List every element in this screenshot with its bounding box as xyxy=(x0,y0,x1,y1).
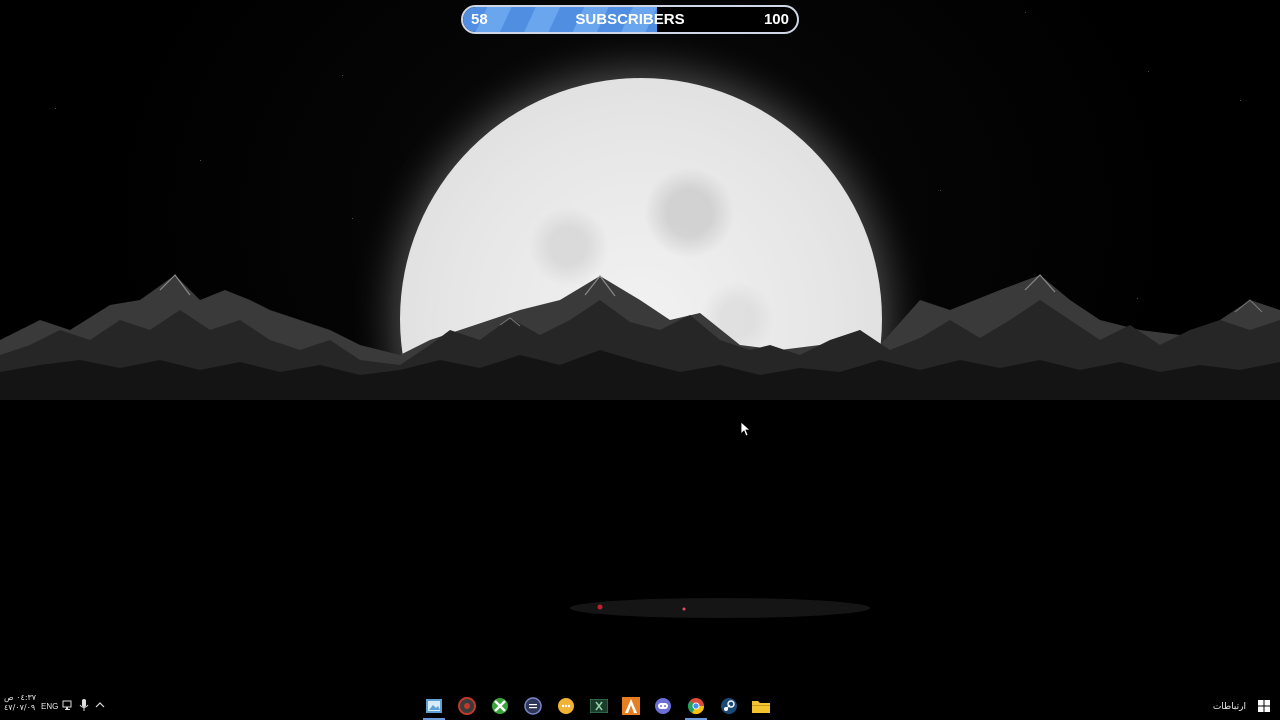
microphone-icon[interactable] xyxy=(79,699,89,712)
taskbar-app-chat[interactable] xyxy=(555,695,577,717)
language-indicator[interactable]: ENG xyxy=(41,702,58,711)
subscriber-goal-widget: 58 SUBSCRIBERS 100 xyxy=(461,5,799,34)
clock-time: ٠٤:٣٧ ص xyxy=(4,693,37,702)
mountain-range xyxy=(0,274,1280,693)
xbox-icon xyxy=(492,698,508,714)
subscriber-goal-count: 100 xyxy=(763,11,789,28)
arma-icon xyxy=(622,697,640,715)
taskbar-app-arma[interactable] xyxy=(620,695,642,717)
notifications-label[interactable]: ارتباطات xyxy=(1213,702,1246,712)
taskbar-app-chrome[interactable] xyxy=(685,695,707,720)
discord-icon xyxy=(655,698,671,714)
spreadsheet-icon xyxy=(590,699,608,713)
chevron-up-icon[interactable] xyxy=(95,701,105,709)
gamepad-icon xyxy=(524,697,542,715)
subscriber-label: SUBSCRIBERS xyxy=(575,11,685,28)
taskbar-app-file-explorer[interactable] xyxy=(750,695,772,717)
steam-icon xyxy=(721,698,737,714)
taskbar-app-game-launcher[interactable] xyxy=(522,695,544,717)
taskbar-app-camera[interactable] xyxy=(456,695,478,717)
chat-icon xyxy=(558,698,574,714)
chrome-icon xyxy=(687,698,705,715)
clock-date: ٤٧/٠٧/٠٩ xyxy=(4,703,36,712)
taskbar: ٠٤:٣٧ ص ٤٧/٠٧/٠٩ ENG ارتباطات xyxy=(0,693,1280,720)
taskbar-app-discord[interactable] xyxy=(652,695,674,717)
taskbar-app-excel[interactable] xyxy=(588,695,610,717)
network-icon[interactable] xyxy=(62,699,74,711)
system-clock[interactable]: ٠٤:٣٧ ص ٤٧/٠٧/٠٩ xyxy=(4,693,36,713)
desktop-wallpaper: 58 SUBSCRIBERS 100 xyxy=(0,0,1280,720)
mouse-cursor-icon xyxy=(741,422,751,437)
taskbar-app-photo-viewer[interactable] xyxy=(423,695,445,720)
camera-icon xyxy=(458,697,476,715)
photo-icon xyxy=(426,699,442,713)
taskbar-app-xbox[interactable] xyxy=(489,695,511,717)
taskbar-app-steam[interactable] xyxy=(718,695,740,717)
folder-icon xyxy=(752,701,770,713)
windows-start-icon[interactable] xyxy=(1258,700,1270,712)
